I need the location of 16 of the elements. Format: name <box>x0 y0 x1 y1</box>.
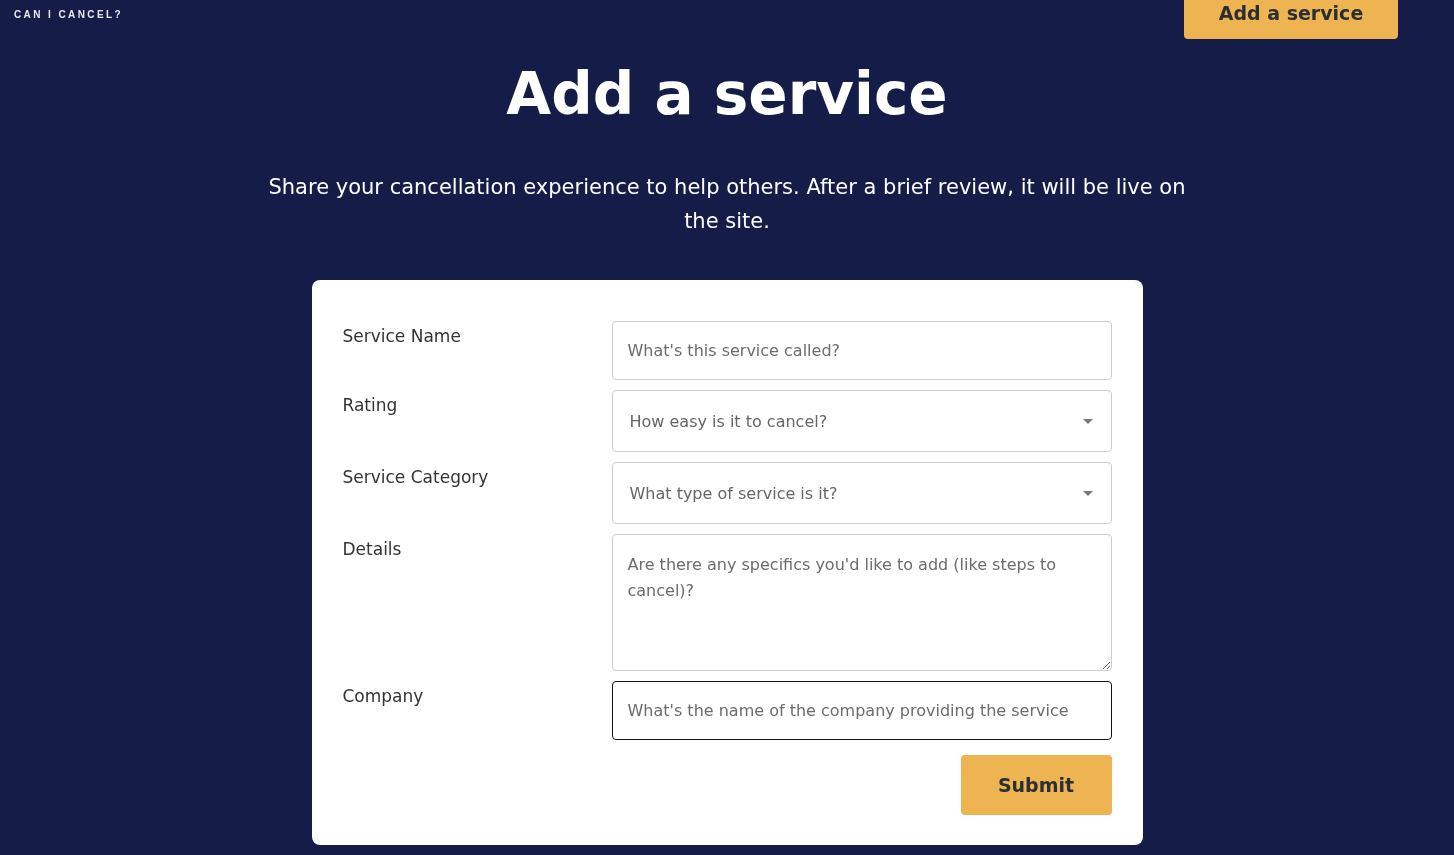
caret-icon <box>1082 490 1093 496</box>
caret-icon <box>1082 418 1093 424</box>
text-area[interactable]: Are there any specifics you'd like to add (like steps to cancel)? <box>611 534 1112 671</box>
page-description: Share your cancellation experience to help others. After a brief review, it will be live on the site. <box>267 174 1187 235</box>
dropdown-select[interactable]: How easy is it to cancel? <box>611 390 1112 452</box>
field-label: Service Name <box>342 325 462 348</box>
field-label: Rating <box>342 394 399 417</box>
field-label: Company <box>342 685 425 708</box>
input-field[interactable]: What's the name of the company providing the service <box>611 681 1112 740</box>
submit-button[interactable]: Submit <box>960 755 1112 815</box>
page-title: Add a service <box>505 59 949 130</box>
field-label: Details <box>342 538 403 561</box>
field-label: Service Category <box>342 466 490 489</box>
site-logo[interactable]: CAN I CANCEL? <box>14 9 123 20</box>
add-service-button[interactable]: Add a service <box>1184 0 1398 39</box>
dropdown-select[interactable]: What type of service is it? <box>611 462 1112 524</box>
